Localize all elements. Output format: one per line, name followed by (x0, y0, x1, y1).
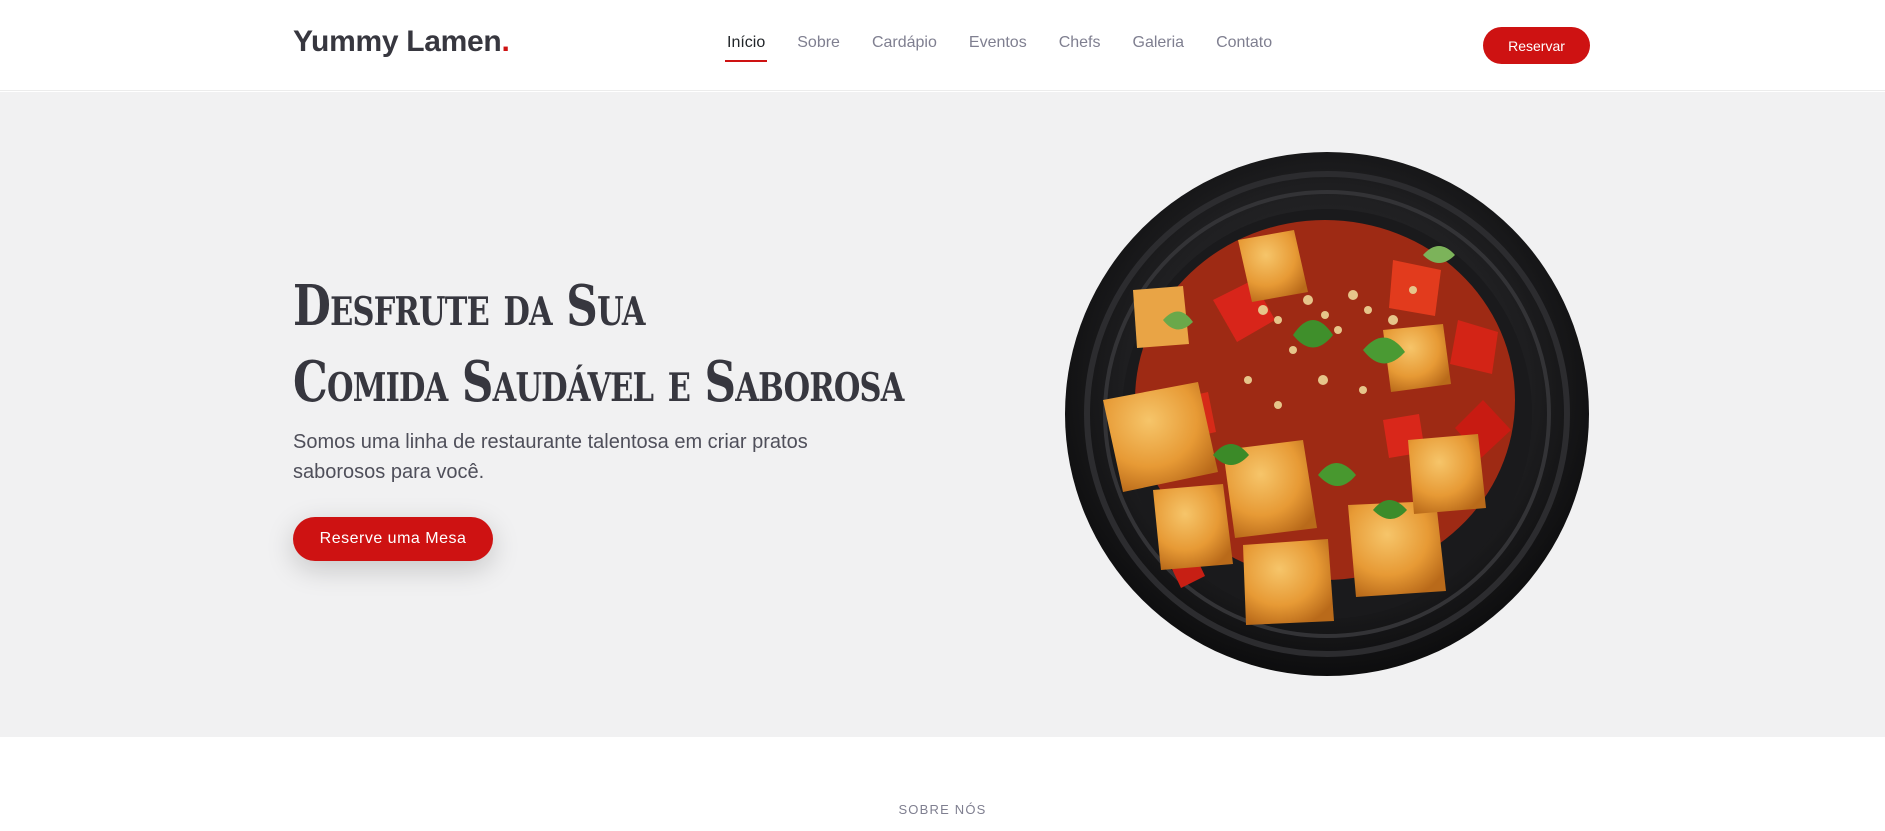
main-nav: Início Sobre Cardápio Eventos Chefs Gale… (724, 34, 1304, 62)
hero-subtitle: Somos uma linha de restaurante talentosa… (293, 431, 808, 483)
food-bowl-image (1065, 152, 1589, 676)
logo[interactable]: Yummy Lamen. (293, 25, 510, 59)
hero-title: Desfrute da Sua Comida Saudável e Saboro… (293, 268, 904, 420)
nav-item-sobre[interactable]: Sobre (797, 34, 840, 62)
nav-item-inicio[interactable]: Início (724, 34, 768, 62)
reservar-button[interactable]: Reservar (1483, 27, 1590, 64)
hero-title-line-2: Comida Saudável e Saborosa (293, 349, 904, 415)
nav-item-eventos[interactable]: Eventos (969, 34, 1027, 62)
hero-section: Desfrute da Sua Comida Saudável e Saboro… (0, 92, 1885, 737)
nav-item-galeria[interactable]: Galeria (1133, 34, 1185, 62)
nav-item-contato[interactable]: Contato (1216, 34, 1272, 62)
about-section-label: SOBRE NÓS (898, 802, 987, 817)
nav-item-cardapio[interactable]: Cardápio (872, 34, 937, 62)
hero-title-line-1: Desfrute da Sua (293, 273, 645, 339)
logo-dot: . (501, 25, 510, 58)
reserve-table-button[interactable]: Reserve uma Mesa (293, 517, 493, 561)
nav-item-chefs[interactable]: Chefs (1059, 34, 1101, 62)
site-header: Yummy Lamen. Início Sobre Cardápio Event… (0, 0, 1885, 91)
logo-text: Yummy Lamen (293, 25, 502, 58)
